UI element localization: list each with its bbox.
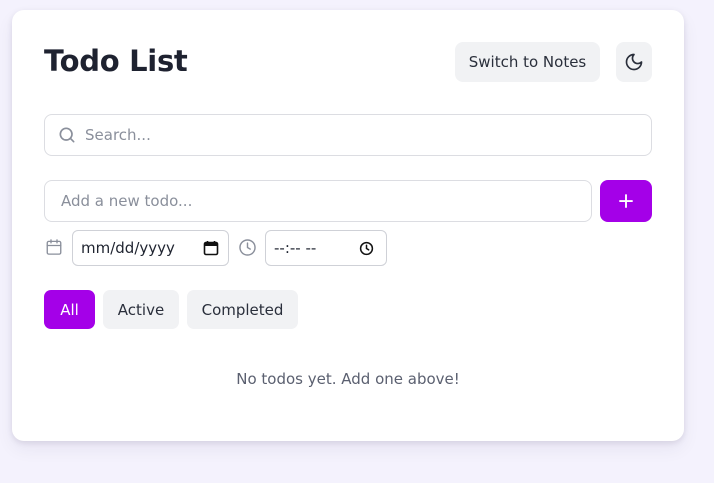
- switch-to-notes-button[interactable]: Switch to Notes: [455, 42, 600, 82]
- time-value: --:-- --: [274, 239, 317, 257]
- moon-icon: [625, 53, 643, 71]
- time-picker-icon[interactable]: [359, 241, 374, 256]
- new-todo-placeholder: Add a new todo...: [61, 192, 193, 210]
- date-value: mm/dd/yyyy: [81, 239, 175, 257]
- add-todo-button[interactable]: [600, 180, 652, 222]
- search-input[interactable]: Search...: [44, 114, 652, 156]
- filter-group: All Active Completed: [44, 290, 298, 329]
- due-time-input[interactable]: --:-- --: [265, 230, 387, 266]
- todo-card: Todo List Switch to Notes Search... Add …: [12, 10, 684, 441]
- theme-toggle-button[interactable]: [616, 42, 652, 82]
- new-todo-input[interactable]: Add a new todo...: [44, 180, 592, 222]
- search-icon: [57, 125, 77, 145]
- plus-icon: [619, 194, 633, 208]
- filter-all-button[interactable]: All: [44, 290, 95, 329]
- search-placeholder: Search...: [85, 126, 151, 144]
- empty-state-message: No todos yet. Add one above!: [236, 370, 460, 388]
- due-date-input[interactable]: mm/dd/yyyy: [72, 230, 229, 266]
- clock-icon: [239, 239, 256, 256]
- calendar-icon: [46, 239, 62, 255]
- calendar-picker-icon[interactable]: [203, 240, 219, 256]
- page-title: Todo List: [44, 44, 188, 78]
- filter-active-button[interactable]: Active: [103, 290, 179, 329]
- filter-completed-button[interactable]: Completed: [187, 290, 298, 329]
